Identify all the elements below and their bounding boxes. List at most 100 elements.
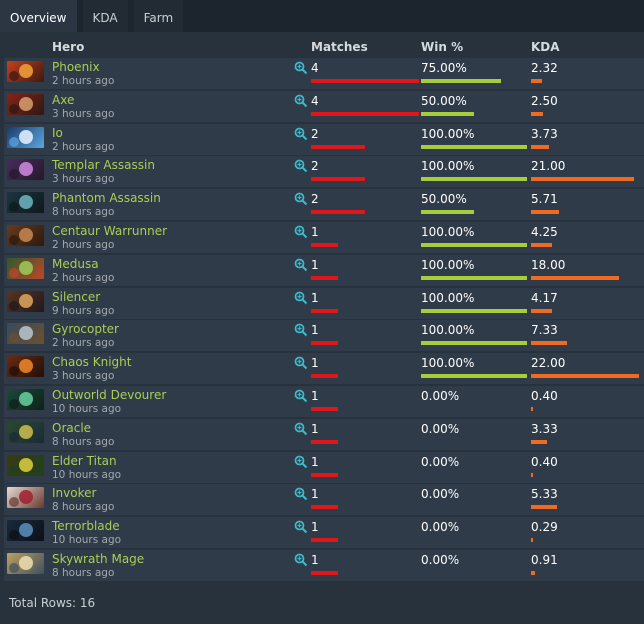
hero-name-link[interactable]: Outworld Devourer: [52, 388, 166, 402]
win-rate-value: 0.00%: [421, 454, 460, 469]
matches-value: 1: [311, 257, 319, 272]
matches-bar: [311, 243, 338, 247]
table-row[interactable]: Medusa 2 hours ago 1 100.00% 18.00: [4, 254, 644, 286]
zoom-in-icon[interactable]: [294, 487, 308, 501]
zoom-in-icon[interactable]: [294, 192, 308, 206]
matches-value: 1: [311, 323, 319, 338]
hero-name-link[interactable]: Axe: [52, 93, 74, 107]
zoom-in-icon[interactable]: [294, 422, 308, 436]
kda-value: 7.33: [531, 323, 558, 338]
table-row[interactable]: Io 2 hours ago 2 100.00% 3.73: [4, 123, 644, 155]
win-rate-value: 50.00%: [421, 192, 467, 207]
heroes-table: Hero Matches Win % KDA Phoenix 2 hours ag…: [0, 32, 644, 624]
table-row[interactable]: Gyrocopter 2 hours ago 1 100.00% 7.33: [4, 320, 644, 352]
win-rate-value: 0.00%: [421, 553, 460, 567]
kda-value: 4.17: [531, 290, 558, 305]
matches-bar: [311, 210, 365, 215]
win-rate-value: 0.00%: [421, 421, 460, 436]
zoom-in-icon[interactable]: [294, 389, 308, 403]
hero-name-link[interactable]: Templar Assassin: [52, 158, 155, 172]
hero-name-link[interactable]: Silencer: [52, 290, 100, 304]
matches-bar: [311, 111, 419, 116]
table-row[interactable]: Elder Titan 10 hours ago 1 0.00% 0.40: [4, 451, 644, 483]
hero-portrait: [7, 553, 44, 574]
zoom-in-icon[interactable]: [294, 356, 308, 370]
table-row[interactable]: Phoenix 2 hours ago 4 75.00% 2.32: [4, 58, 644, 89]
hero-portrait: [7, 159, 44, 181]
zoom-in-icon[interactable]: [294, 159, 308, 173]
hero-name-link[interactable]: Invoker: [52, 486, 96, 500]
matches-value: 1: [311, 389, 319, 403]
column-header-kda[interactable]: KDA: [531, 40, 560, 54]
column-header-hero[interactable]: Hero: [52, 40, 84, 54]
table-row[interactable]: Terrorblade 10 hours ago 1 0.00% 0.29: [4, 517, 644, 549]
hero-portrait: [7, 389, 44, 410]
zoom-in-icon[interactable]: [294, 61, 308, 75]
zoom-in-icon[interactable]: [294, 553, 308, 567]
kda-bar: [531, 275, 619, 280]
table-row[interactable]: Phantom Assassin 8 hours ago 2 50.00% 5.71: [4, 189, 644, 221]
hero-name-link[interactable]: Phoenix: [52, 60, 100, 74]
table-row[interactable]: Invoker 8 hours ago 1 0.00% 5.33: [4, 484, 644, 516]
matches-bar: [311, 407, 338, 411]
hero-portrait: [7, 421, 44, 443]
hero-name-link[interactable]: Terrorblade: [52, 519, 120, 533]
hero-name-link[interactable]: Elder Titan: [52, 454, 117, 468]
kda-value: 5.71: [531, 192, 558, 207]
hero-name-link[interactable]: Gyrocopter: [52, 322, 119, 336]
kda-value: 2.32: [531, 61, 558, 75]
kda-value: 21.00: [531, 159, 566, 174]
tab-farm[interactable]: Farm: [133, 0, 184, 32]
table-row[interactable]: Oracle 8 hours ago 1 0.00% 3.33: [4, 418, 644, 450]
win-rate-value: 100.00%: [421, 356, 475, 371]
matches-value: 2: [311, 126, 319, 141]
table-row[interactable]: Silencer 9 hours ago 1 100.00% 4.17: [4, 287, 644, 319]
zoom-in-icon[interactable]: [294, 323, 308, 337]
matches-bar: [311, 308, 338, 313]
zoom-in-icon[interactable]: [294, 127, 308, 141]
kda-value: 5.33: [531, 487, 558, 502]
hero-name-link[interactable]: Oracle: [52, 421, 91, 435]
kda-bar: [531, 111, 543, 116]
table-row[interactable]: Axe 3 hours ago 4 50.00% 2.50: [4, 90, 644, 122]
matches-bar: [311, 144, 365, 149]
tab-kda[interactable]: KDA: [82, 0, 128, 32]
table-row[interactable]: Centaur Warrunner 2 hours ago 1 100.00% 4.25: [4, 222, 644, 253]
hero-name-link[interactable]: Skywrath Mage: [52, 552, 144, 566]
table-row[interactable]: Skywrath Mage 8 hours ago 1 0.00% 0.91: [4, 550, 644, 581]
column-header-win[interactable]: Win %: [421, 40, 463, 54]
zoom-in-icon[interactable]: [294, 520, 308, 534]
table-row[interactable]: Outworld Devourer 10 hours ago 1 0.00% 0.40: [4, 386, 644, 417]
kda-value: 0.91: [531, 553, 558, 567]
matches-bar: [311, 538, 338, 543]
hero-name-link[interactable]: Chaos Knight: [52, 355, 131, 369]
kda-bar: [531, 308, 552, 313]
hero-portrait: [7, 356, 44, 378]
matches-value: 1: [311, 225, 319, 239]
column-header-matches[interactable]: Matches: [311, 40, 368, 54]
table-row[interactable]: Chaos Knight 3 hours ago 1 100.00% 22.00: [4, 353, 644, 385]
hero-name-link[interactable]: Medusa: [52, 257, 99, 271]
hero-portrait: [7, 257, 44, 279]
kda-bar: [531, 341, 567, 346]
matches-bar: [311, 571, 338, 575]
zoom-in-icon[interactable]: [294, 94, 308, 108]
win-rate-bar: [421, 308, 527, 313]
hero-name-link[interactable]: Io: [52, 126, 63, 140]
win-rate-value: 0.00%: [421, 487, 460, 502]
zoom-in-icon[interactable]: [294, 258, 308, 272]
last-played-time: 3 hours ago: [52, 107, 115, 120]
last-played-time: 8 hours ago: [52, 435, 115, 448]
win-rate-bar: [421, 111, 474, 116]
zoom-in-icon[interactable]: [294, 455, 308, 469]
hero-name-link[interactable]: Centaur Warrunner: [52, 224, 167, 238]
hero-name-link[interactable]: Phantom Assassin: [52, 191, 161, 205]
last-played-time: 3 hours ago: [52, 173, 115, 186]
kda-bar: [531, 210, 559, 215]
table-row[interactable]: Templar Assassin 3 hours ago 2 100.00% 21.00: [4, 156, 644, 188]
tab-overview[interactable]: Overview: [0, 0, 77, 32]
zoom-in-icon[interactable]: [294, 225, 308, 239]
matches-value: 1: [311, 421, 319, 436]
last-played-time: 8 hours ago: [52, 206, 115, 219]
zoom-in-icon[interactable]: [294, 291, 308, 305]
